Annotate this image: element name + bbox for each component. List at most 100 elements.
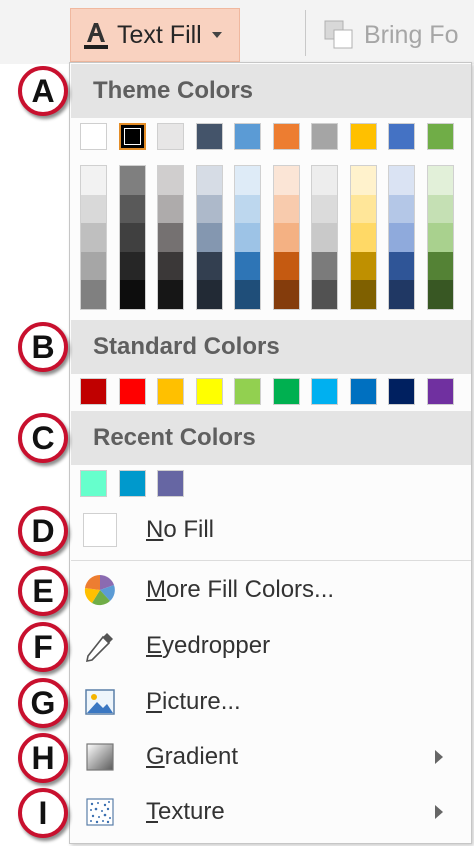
theme-color-swatch[interactable] xyxy=(80,123,107,150)
callout-badge-d: D xyxy=(18,506,68,556)
standard-color-swatch[interactable] xyxy=(80,378,107,405)
theme-color-swatch[interactable] xyxy=(388,123,415,150)
theme-shade-swatch[interactable] xyxy=(81,251,106,281)
theme-shade-column xyxy=(311,165,338,310)
theme-shade-swatch[interactable] xyxy=(197,194,222,224)
standard-color-swatch[interactable] xyxy=(234,378,261,405)
theme-color-swatch[interactable] xyxy=(311,123,338,150)
theme-shade-swatch[interactable] xyxy=(428,251,453,281)
color-wheel-icon xyxy=(84,574,115,606)
theme-shade-swatch[interactable] xyxy=(158,280,183,309)
picture-item[interactable]: Picture... xyxy=(71,674,471,730)
theme-shade-swatch[interactable] xyxy=(235,251,260,281)
recent-color-swatch[interactable] xyxy=(157,470,184,497)
theme-shade-swatch[interactable] xyxy=(351,223,376,252)
texture-label: Texture xyxy=(146,798,225,825)
theme-shade-swatch[interactable] xyxy=(274,251,299,281)
theme-shade-swatch[interactable] xyxy=(197,251,222,281)
theme-shade-swatch[interactable] xyxy=(274,280,299,309)
theme-color-swatch[interactable] xyxy=(273,123,300,150)
theme-shade-swatch[interactable] xyxy=(274,223,299,252)
theme-color-swatch[interactable] xyxy=(119,123,146,150)
theme-shade-swatch[interactable] xyxy=(351,280,376,309)
theme-color-swatch[interactable] xyxy=(196,123,223,150)
theme-shade-swatch[interactable] xyxy=(120,166,145,195)
theme-shade-swatch[interactable] xyxy=(235,280,260,309)
theme-color-swatch[interactable] xyxy=(427,123,454,150)
theme-color-swatch[interactable] xyxy=(350,123,377,150)
theme-shade-column xyxy=(273,165,300,310)
theme-color-swatch[interactable] xyxy=(157,123,184,150)
recent-color-swatch[interactable] xyxy=(119,470,146,497)
theme-shade-swatch[interactable] xyxy=(312,194,337,224)
theme-shade-swatch[interactable] xyxy=(389,280,414,309)
theme-shade-swatch[interactable] xyxy=(351,166,376,195)
gradient-item[interactable]: Gradient xyxy=(71,729,471,785)
theme-shade-swatch[interactable] xyxy=(81,280,106,309)
texture-item[interactable]: Texture xyxy=(71,784,471,840)
theme-shade-swatch[interactable] xyxy=(158,166,183,195)
standard-color-swatch[interactable] xyxy=(157,378,184,405)
standard-color-swatch[interactable] xyxy=(350,378,377,405)
theme-shade-swatch[interactable] xyxy=(158,194,183,224)
theme-shade-swatch[interactable] xyxy=(312,166,337,195)
theme-shade-column xyxy=(119,165,146,310)
theme-color-swatch[interactable] xyxy=(234,123,261,150)
theme-shade-swatch[interactable] xyxy=(81,166,106,195)
theme-shade-swatch[interactable] xyxy=(235,194,260,224)
theme-shade-swatch[interactable] xyxy=(158,251,183,281)
theme-shade-swatch[interactable] xyxy=(81,194,106,224)
texture-icon xyxy=(86,798,114,826)
menu-divider xyxy=(71,560,471,561)
standard-color-swatch[interactable] xyxy=(427,378,454,405)
theme-shade-swatch[interactable] xyxy=(428,194,453,224)
theme-shade-swatch[interactable] xyxy=(274,194,299,224)
callout-badge-b: B xyxy=(18,322,68,372)
no-fill-item[interactable]: No Fill xyxy=(71,502,471,558)
standard-color-swatch[interactable] xyxy=(273,378,300,405)
standard-colors-header: Standard Colors xyxy=(71,320,471,374)
theme-shade-swatch[interactable] xyxy=(120,194,145,224)
standard-color-swatch[interactable] xyxy=(388,378,415,405)
bring-forward-button[interactable]: Bring Fo xyxy=(322,8,458,62)
theme-shade-swatch[interactable] xyxy=(312,223,337,252)
theme-shade-swatch[interactable] xyxy=(389,251,414,281)
no-fill-label: No Fill xyxy=(146,516,215,543)
theme-shade-swatch[interactable] xyxy=(312,251,337,281)
callout-badge-e: E xyxy=(18,566,68,616)
theme-shade-column xyxy=(350,165,377,310)
theme-shade-swatch[interactable] xyxy=(389,166,414,195)
text-fill-button[interactable]: Text Fill xyxy=(70,8,240,62)
theme-shade-swatch[interactable] xyxy=(197,223,222,252)
theme-shade-swatch[interactable] xyxy=(428,223,453,252)
theme-shade-column xyxy=(388,165,415,310)
eyedropper-item[interactable]: Eyedropper xyxy=(71,618,471,674)
gradient-label: Gradient xyxy=(146,743,239,770)
standard-color-swatch[interactable] xyxy=(311,378,338,405)
standard-color-swatch[interactable] xyxy=(119,378,146,405)
theme-shade-column xyxy=(80,165,107,310)
theme-shade-swatch[interactable] xyxy=(120,251,145,281)
theme-shade-swatch[interactable] xyxy=(389,194,414,224)
more-fill-colors-label: More Fill Colors... xyxy=(146,576,335,603)
theme-shade-swatch[interactable] xyxy=(428,166,453,195)
theme-shade-swatch[interactable] xyxy=(389,223,414,252)
theme-shade-swatch[interactable] xyxy=(312,280,337,309)
theme-shade-swatch[interactable] xyxy=(120,223,145,252)
theme-shade-swatch[interactable] xyxy=(274,166,299,195)
theme-shade-swatch[interactable] xyxy=(351,194,376,224)
theme-shade-swatch[interactable] xyxy=(120,280,145,309)
theme-shade-swatch[interactable] xyxy=(351,251,376,281)
theme-shade-swatch[interactable] xyxy=(428,280,453,309)
theme-shade-swatch[interactable] xyxy=(235,223,260,252)
theme-shade-swatch[interactable] xyxy=(158,223,183,252)
picture-icon xyxy=(85,689,115,715)
recent-color-swatch[interactable] xyxy=(80,470,107,497)
theme-shade-swatch[interactable] xyxy=(197,166,222,195)
standard-color-swatch[interactable] xyxy=(196,378,223,405)
theme-shade-swatch[interactable] xyxy=(81,223,106,252)
theme-colors-header: Theme Colors xyxy=(71,64,471,118)
theme-shade-swatch[interactable] xyxy=(235,166,260,195)
theme-shade-swatch[interactable] xyxy=(197,280,222,309)
more-fill-colors-item[interactable]: More Fill Colors... xyxy=(71,562,471,618)
